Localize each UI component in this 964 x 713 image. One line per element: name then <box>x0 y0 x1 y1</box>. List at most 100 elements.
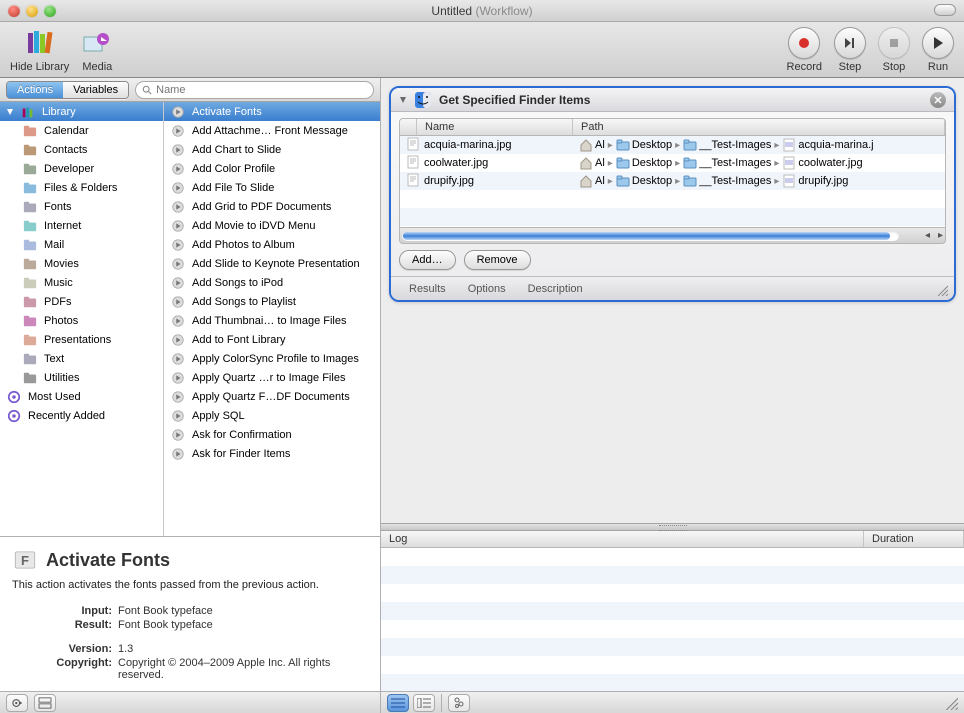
toolbar: Hide Library Media Record Step Stop Run <box>0 22 964 78</box>
media-button[interactable]: Media <box>81 27 113 73</box>
library-action[interactable]: Add Movie to iDVD Menu <box>164 216 380 235</box>
library-category[interactable]: Fonts <box>0 197 163 216</box>
workflow-canvas[interactable]: Get Specified Finder Items Name Path acq… <box>381 78 964 523</box>
log-view-detail-button[interactable] <box>413 694 435 712</box>
stop-label: Stop <box>883 61 906 73</box>
footer-tab-description[interactable]: Description <box>528 283 583 295</box>
desc-copyright: Copyright © 2004–2009 Apple Inc. All rig… <box>118 657 368 681</box>
horizontal-scrollbar[interactable]: ◂▸ <box>399 228 946 244</box>
run-button[interactable]: Run <box>922 27 954 73</box>
record-button[interactable]: Record <box>787 27 822 73</box>
workflow-action-header[interactable]: Get Specified Finder Items <box>391 88 954 112</box>
log-column-header[interactable]: Log <box>381 531 864 547</box>
library-action[interactable]: Apply ColorSync Profile to Images <box>164 349 380 368</box>
library-action[interactable]: Activate Fonts <box>164 102 380 121</box>
search-icon <box>142 85 152 95</box>
library-top-bar: Actions Variables <box>0 78 380 102</box>
step-icon <box>834 27 866 59</box>
hide-library-button[interactable]: Hide Library <box>10 27 69 73</box>
close-window-button[interactable] <box>8 5 20 17</box>
library-category[interactable]: Movies <box>0 254 163 273</box>
library-action[interactable]: Ask for Finder Items <box>164 444 380 463</box>
log-clear-button[interactable] <box>448 694 470 712</box>
column-header-path[interactable]: Path <box>573 119 945 135</box>
library-bottom-bar <box>0 691 380 713</box>
stop-button[interactable]: Stop <box>878 27 910 73</box>
library-smart-folder[interactable]: Recently Added <box>0 406 163 425</box>
library-action[interactable]: Add to Font Library <box>164 330 380 349</box>
library-browser: LibraryCalendarContactsDeveloperFiles & … <box>0 102 380 537</box>
workflow-variables-toggle[interactable] <box>34 694 56 712</box>
footer-tab-options[interactable]: Options <box>468 283 506 295</box>
workflow-action-close-button[interactable] <box>930 92 946 108</box>
desc-version: 1.3 <box>118 643 368 655</box>
log-rows[interactable] <box>381 548 964 691</box>
finder-item-row[interactable]: coolwater.jpgAl▸Desktop▸__Test-Images▸co… <box>400 154 945 172</box>
finder-items-rows[interactable]: acquia-marina.jpgAl▸Desktop▸__Test-Image… <box>400 136 945 227</box>
library-action[interactable]: Add Color Profile <box>164 159 380 178</box>
library-category[interactable]: Mail <box>0 235 163 254</box>
window-title-text: Untitled <box>431 4 472 18</box>
library-action[interactable]: Apply Quartz F…DF Documents <box>164 387 380 406</box>
library-category[interactable]: Files & Folders <box>0 178 163 197</box>
search-input[interactable] <box>156 84 367 96</box>
library-action[interactable]: Add Slide to Keynote Presentation <box>164 254 380 273</box>
library-category[interactable]: Photos <box>0 311 163 330</box>
library-category[interactable]: Text <box>0 349 163 368</box>
library-action[interactable]: Add Thumbnai… to Image Files <box>164 311 380 330</box>
library-action[interactable]: Ask for Confirmation <box>164 425 380 444</box>
library-action[interactable]: Add File To Slide <box>164 178 380 197</box>
disclosure-triangle-icon[interactable] <box>399 96 407 104</box>
library-action[interactable]: Add Attachme… Front Message <box>164 121 380 140</box>
library-category[interactable]: PDFs <box>0 292 163 311</box>
finder-item-row[interactable]: drupify.jpgAl▸Desktop▸__Test-Images▸drup… <box>400 172 945 190</box>
library-action[interactable]: Add Photos to Album <box>164 235 380 254</box>
column-header-name[interactable]: Name <box>417 119 573 135</box>
add-button[interactable]: Add… <box>399 250 456 270</box>
description-panel: F Activate Fonts This action activates t… <box>0 537 380 691</box>
library-category[interactable]: Contacts <box>0 140 163 159</box>
gear-menu-button[interactable] <box>6 694 28 712</box>
log-view-list-button[interactable] <box>387 694 409 712</box>
workflow-bottom-bar <box>381 691 964 713</box>
library-actions[interactable]: Activate FontsAdd Attachme… Front Messag… <box>164 102 380 536</box>
zoom-window-button[interactable] <box>44 5 56 17</box>
library-action[interactable]: Add Songs to iPod <box>164 273 380 292</box>
library-category[interactable]: Music <box>0 273 163 292</box>
desc-input: Font Book typeface <box>118 605 368 617</box>
footer-tab-results[interactable]: Results <box>409 283 446 295</box>
toolbar-toggle-pill[interactable] <box>934 4 956 16</box>
window-resize-handle-icon[interactable] <box>944 696 958 710</box>
step-button[interactable]: Step <box>834 27 866 73</box>
library-category[interactable]: Utilities <box>0 368 163 387</box>
gear-icon <box>11 697 23 709</box>
run-label: Run <box>928 61 948 73</box>
remove-button[interactable]: Remove <box>464 250 531 270</box>
library-action[interactable]: Add Grid to PDF Documents <box>164 197 380 216</box>
step-label: Step <box>839 61 862 73</box>
finder-item-row[interactable]: acquia-marina.jpgAl▸Desktop▸__Test-Image… <box>400 136 945 154</box>
resize-handle-icon[interactable] <box>936 284 948 296</box>
library-action[interactable]: Apply Quartz …r to Image Files <box>164 368 380 387</box>
window-subtitle: (Workflow) <box>475 4 532 18</box>
library-action[interactable]: Add Songs to Playlist <box>164 292 380 311</box>
tab-actions[interactable]: Actions <box>7 82 63 98</box>
desc-title: Activate Fonts <box>46 550 170 571</box>
library-action[interactable]: Add Chart to Slide <box>164 140 380 159</box>
minimize-window-button[interactable] <box>26 5 38 17</box>
tab-variables[interactable]: Variables <box>63 82 128 98</box>
library-category[interactable]: Developer <box>0 159 163 178</box>
library-root[interactable]: Library <box>0 102 163 121</box>
duration-column-header[interactable]: Duration <box>864 531 964 547</box>
search-field[interactable] <box>135 81 374 99</box>
library-category[interactable]: Calendar <box>0 121 163 140</box>
library-action[interactable]: Apply SQL <box>164 406 380 425</box>
library-smart-folder[interactable]: Most Used <box>0 387 163 406</box>
library-category[interactable]: Internet <box>0 216 163 235</box>
log-split-handle[interactable] <box>381 523 964 531</box>
library-icon <box>24 27 56 59</box>
library-category[interactable]: Presentations <box>0 330 163 349</box>
library-categories[interactable]: LibraryCalendarContactsDeveloperFiles & … <box>0 102 164 536</box>
workflow-action-footer: Results Options Description <box>391 276 954 300</box>
hide-library-label: Hide Library <box>10 61 69 73</box>
